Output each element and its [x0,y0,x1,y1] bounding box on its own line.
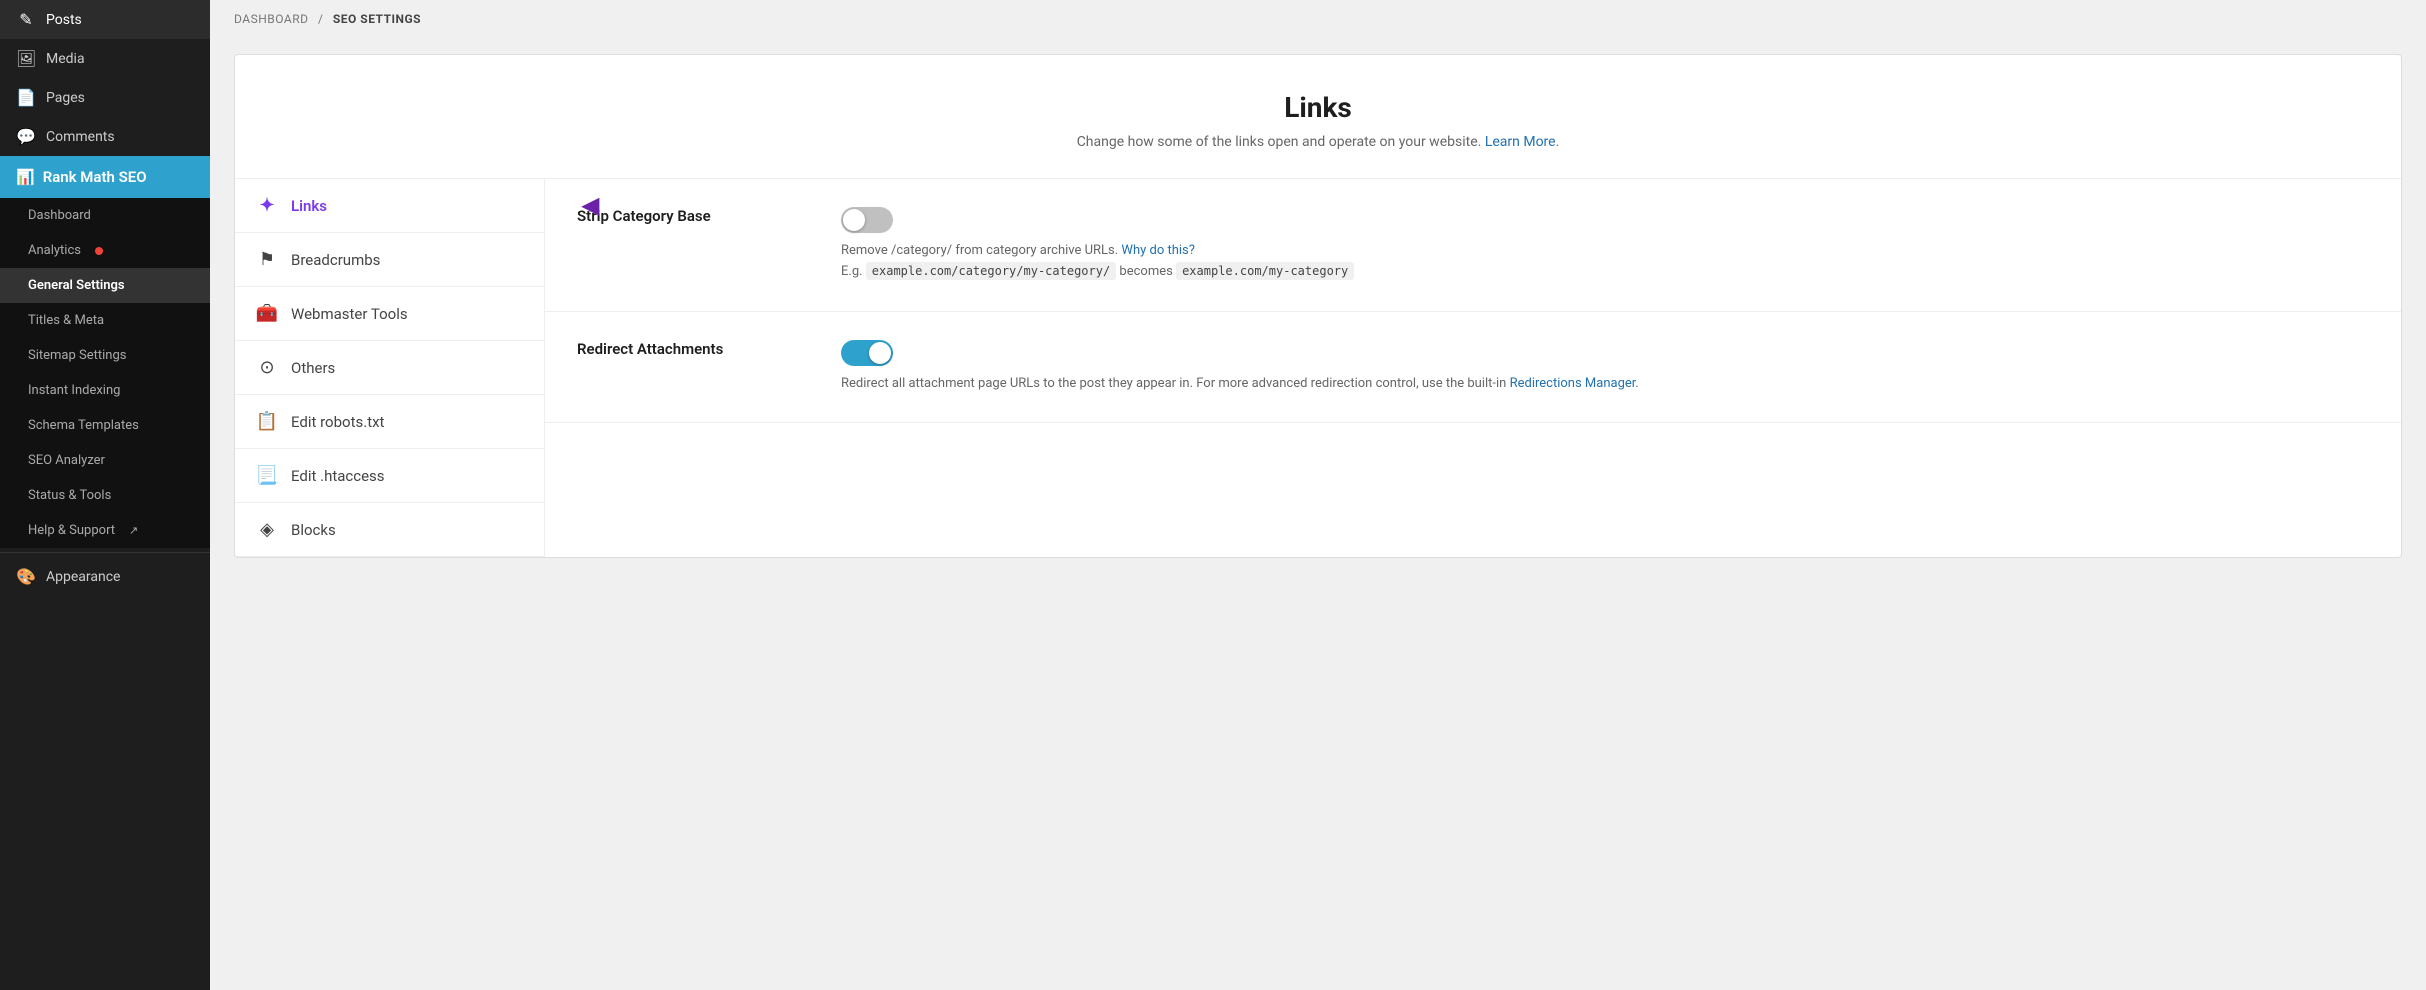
page-description: Change how some of the links open and op… [259,134,2377,150]
settings-nav-links[interactable]: ✦ Links ◀ [235,179,544,233]
settings-panel: Links Change how some of the links open … [234,54,2402,558]
redirect-attachments-description: Redirect all attachment page URLs to the… [841,374,2369,395]
media-icon: 🖼 [16,49,36,68]
external-link-icon: ↗ [129,524,138,537]
sidebar-item-pages[interactable]: 📄 Pages [0,78,210,117]
sidebar-item-help-support[interactable]: Help & Support ↗ [0,513,210,548]
appearance-icon: 🎨 [16,567,36,586]
sidebar-item-general-settings[interactable]: General Settings ➤ [0,268,210,303]
sidebar-divider [0,552,210,553]
learn-more-link[interactable]: Learn More [1485,134,1556,150]
sidebar-item-appearance[interactable]: 🎨 Appearance [0,557,210,596]
sidebar-item-comments[interactable]: 💬 Comments [0,117,210,156]
page-header: Links Change how some of the links open … [235,55,2401,179]
sidebar-item-titles-meta[interactable]: Titles & Meta [0,303,210,338]
redirect-attachments-track [841,340,893,366]
rank-math-icon: 📊 [16,168,35,186]
strip-category-toggle[interactable] [841,207,893,233]
redirect-attachments-label: Redirect Attachments [577,340,817,358]
settings-nav-others[interactable]: ⊙ Others [235,341,544,395]
blocks-icon: ◈ [255,519,279,540]
sidebar-item-status-tools[interactable]: Status & Tools [0,478,210,513]
posts-icon: ✎ [16,10,36,29]
links-icon: ✦ [255,195,279,216]
setting-row-strip-category: Strip Category Base Remove /category/ fr… [545,179,2401,312]
comments-icon: 💬 [16,127,36,146]
webmaster-tools-icon: 🧰 [255,303,279,324]
sidebar-item-posts[interactable]: ✎ Posts [0,0,210,39]
breadcrumb-current: SEO SETTINGS [333,12,421,26]
settings-nav-edit-htaccess[interactable]: 📃 Edit .htaccess [235,449,544,503]
settings-nav-blocks[interactable]: ◈ Blocks [235,503,544,557]
redirect-attachments-toggle[interactable] [841,340,893,366]
breadcrumbs-icon: ⚑ [255,249,279,270]
redirect-attachments-thumb [869,342,891,364]
strip-category-link[interactable]: Why do this? [1121,243,1194,258]
settings-content: Strip Category Base Remove /category/ fr… [545,179,2401,557]
sidebar-item-analytics[interactable]: Analytics [0,233,210,268]
sidebar-item-dashboard[interactable]: Dashboard [0,198,210,233]
rank-math-submenu: Dashboard Analytics General Settings ➤ T… [0,198,210,548]
analytics-badge [95,247,103,255]
content-wrapper: Links Change how some of the links open … [210,38,2426,990]
sidebar-item-media[interactable]: 🖼 Media [0,39,210,78]
redirections-manager-link[interactable]: Redirections Manager [1510,376,1636,391]
breadcrumb: DASHBOARD / SEO SETTINGS [210,0,2426,38]
strip-category-description: Remove /category/ from category archive … [841,241,2369,283]
settings-layout: ✦ Links ◀ ⚑ Breadcrumbs 🧰 Webmaster Tool… [235,179,2401,557]
main-content: DASHBOARD / SEO SETTINGS Links Change ho… [210,0,2426,990]
settings-nav: ✦ Links ◀ ⚑ Breadcrumbs 🧰 Webmaster Tool… [235,179,545,557]
breadcrumb-dashboard[interactable]: DASHBOARD [234,12,308,26]
strip-category-track [841,207,893,233]
others-icon: ⊙ [255,357,279,378]
sidebar-item-schema-templates[interactable]: Schema Templates [0,408,210,443]
edit-robots-icon: 📋 [255,411,279,432]
sidebar-item-sitemap[interactable]: Sitemap Settings [0,338,210,373]
page-title: Links [259,91,2377,124]
edit-htaccess-icon: 📃 [255,465,279,486]
sidebar-item-instant-indexing[interactable]: Instant Indexing [0,373,210,408]
breadcrumb-separator: / [318,12,323,26]
sidebar-item-seo-analyzer[interactable]: SEO Analyzer [0,443,210,478]
pages-icon: 📄 [16,88,36,107]
setting-row-redirect-attachments: Redirect Attachments Redirect all attach… [545,312,2401,424]
links-arrow: ◀ [582,193,599,218]
strip-category-label: Strip Category Base [577,207,817,225]
strip-category-thumb [843,209,865,231]
settings-nav-webmaster-tools[interactable]: 🧰 Webmaster Tools [235,287,544,341]
sidebar: ✎ Posts 🖼 Media 📄 Pages 💬 Comments 📊 Ran… [0,0,210,990]
settings-nav-edit-robots[interactable]: 📋 Edit robots.txt [235,395,544,449]
settings-nav-breadcrumbs[interactable]: ⚑ Breadcrumbs [235,233,544,287]
sidebar-item-rank-math[interactable]: 📊 Rank Math SEO [0,156,210,198]
